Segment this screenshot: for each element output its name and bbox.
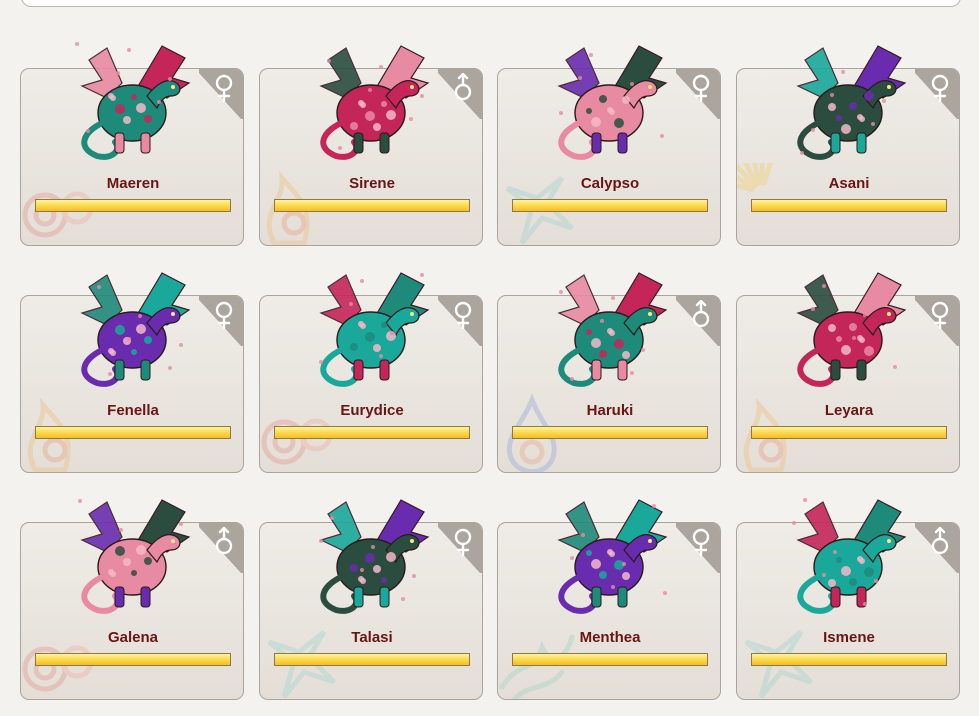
energy-bar-fill: [275, 200, 469, 211]
dragon-image[interactable]: [306, 38, 436, 163]
male-icon: [692, 300, 710, 328]
energy-bar: [751, 199, 947, 212]
male-icon: [454, 73, 472, 101]
energy-bar-fill: [36, 427, 230, 438]
dragon-image[interactable]: [67, 38, 197, 163]
dragon-name[interactable]: Menthea: [498, 629, 720, 646]
energy-bar-fill: [513, 200, 707, 211]
female-icon: [215, 301, 233, 330]
female-icon: [215, 74, 233, 103]
energy-bar-fill: [752, 200, 946, 211]
female-icon: [692, 74, 710, 103]
dragon-image[interactable]: [544, 265, 674, 390]
energy-bar: [35, 199, 231, 212]
dragon-name[interactable]: Asani: [737, 175, 959, 192]
dragon-name[interactable]: Eurydice: [260, 402, 482, 419]
dragon-grid: Maeren Sirene Calypso Asani Fenella Eury…: [0, 0, 979, 716]
female-icon: [454, 528, 472, 557]
dragon-image[interactable]: [67, 492, 197, 617]
energy-bar: [751, 426, 947, 439]
dragon-name[interactable]: Haruki: [498, 402, 720, 419]
energy-bar: [274, 653, 470, 666]
energy-bar-fill: [752, 427, 946, 438]
energy-bar-fill: [752, 654, 946, 665]
dragon-image[interactable]: [306, 265, 436, 390]
energy-bar: [512, 653, 708, 666]
dragon-image[interactable]: [544, 38, 674, 163]
female-icon: [454, 301, 472, 330]
dragon-name[interactable]: Calypso: [498, 175, 720, 192]
dragon-image[interactable]: [783, 492, 913, 617]
dragon-image[interactable]: [544, 492, 674, 617]
energy-bar: [274, 426, 470, 439]
dragon-name[interactable]: Talasi: [260, 629, 482, 646]
energy-bar-fill: [513, 427, 707, 438]
female-icon: [692, 528, 710, 557]
energy-bar-fill: [275, 427, 469, 438]
dragon-image[interactable]: [783, 265, 913, 390]
energy-bar: [35, 426, 231, 439]
dragon-name[interactable]: Leyara: [737, 402, 959, 419]
dragon-name[interactable]: Fenella: [21, 402, 243, 419]
energy-bar: [512, 199, 708, 212]
energy-bar: [35, 653, 231, 666]
dragon-image[interactable]: [67, 265, 197, 390]
dragon-name[interactable]: Sirene: [260, 175, 482, 192]
energy-bar: [751, 653, 947, 666]
energy-bar-fill: [36, 200, 230, 211]
male-icon: [931, 527, 949, 555]
dragon-image[interactable]: [783, 38, 913, 163]
energy-bar: [274, 199, 470, 212]
energy-bar-fill: [275, 654, 469, 665]
energy-bar-fill: [36, 654, 230, 665]
female-icon: [931, 301, 949, 330]
dragon-image[interactable]: [306, 492, 436, 617]
energy-bar-fill: [513, 654, 707, 665]
female-icon: [931, 74, 949, 103]
energy-bar: [512, 426, 708, 439]
dragon-name[interactable]: Maeren: [21, 175, 243, 192]
male-icon: [215, 527, 233, 555]
dragon-name[interactable]: Galena: [21, 629, 243, 646]
dragon-name[interactable]: Ismene: [737, 629, 959, 646]
